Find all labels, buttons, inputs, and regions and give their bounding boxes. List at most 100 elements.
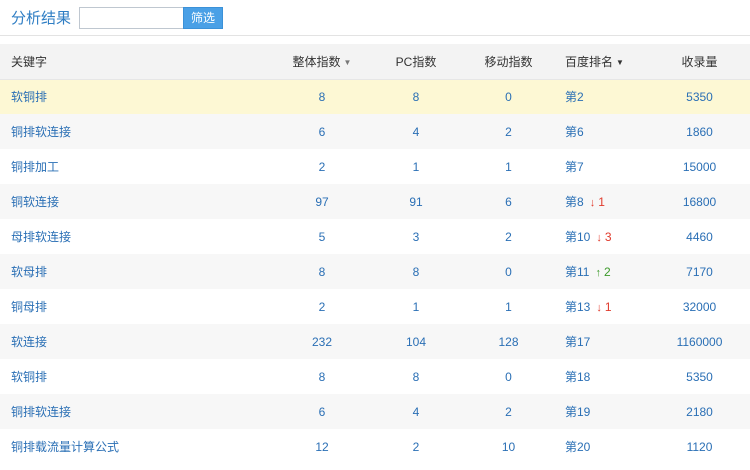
table-row: 软连接 232 104 128 第17 1160000	[0, 324, 750, 359]
baidu-rank-value: 第20	[565, 440, 591, 454]
rank-change-value: 3	[604, 230, 612, 244]
pc-index-cell: 3	[372, 219, 460, 254]
column-header-baidu-rank[interactable]: 百度排名 ▼	[557, 44, 649, 80]
overall-index-cell: 6	[272, 394, 372, 429]
rank-change-value: 1	[604, 300, 612, 314]
table-row: 铜排加工 2 1 1 第7 15000	[0, 149, 750, 184]
keyword-link[interactable]: 软铜排	[11, 90, 47, 104]
overall-index-cell: 97	[272, 184, 372, 219]
baidu-rank-cell: 第6	[557, 114, 649, 149]
mobile-index-cell: 1	[460, 289, 557, 324]
baidu-rank-cell: 第19	[557, 394, 649, 429]
baidu-rank-value: 第18	[565, 370, 591, 384]
arrow-down-icon: ↓	[596, 232, 602, 244]
caret-down-icon[interactable]: ▼	[616, 58, 624, 67]
baidu-rank-value: 第17	[565, 335, 591, 349]
keyword-link[interactable]: 软母排	[11, 265, 47, 279]
results-toolbar: 分析结果 筛选	[0, 0, 750, 36]
indexed-count-cell: 4460	[649, 219, 750, 254]
column-header-mobile-index: 移动指数	[460, 44, 557, 80]
baidu-rank-cell: 第17	[557, 324, 649, 359]
keyword-link[interactable]: 软连接	[11, 335, 47, 349]
pc-index-cell: 91	[372, 184, 460, 219]
column-header-keyword-label: 关键字	[11, 54, 48, 69]
mobile-index-cell: 0	[460, 79, 557, 114]
rank-change: ↓ 3	[596, 230, 611, 244]
keyword-cell[interactable]: 铜排软连接	[0, 394, 272, 429]
column-header-pc-index-label: PC指数	[395, 54, 437, 69]
mobile-index-cell: 1	[460, 149, 557, 184]
keyword-link[interactable]: 母排软连接	[11, 230, 71, 244]
results-table: 关键字 整体指数 ▼ PC指数 移动指数 百度排名 ▼ 收录量 软铜排 8 8 0 第2 53…	[0, 44, 750, 464]
keyword-link[interactable]: 铜母排	[11, 300, 47, 314]
column-header-mobile-index-label: 移动指数	[484, 54, 533, 69]
mobile-index-cell: 0	[460, 254, 557, 289]
keyword-link[interactable]: 铜排软连接	[11, 125, 71, 139]
column-header-indexed-count-label: 收录量	[681, 54, 718, 69]
pc-index-cell: 4	[372, 114, 460, 149]
overall-index-cell: 2	[272, 289, 372, 324]
pc-index-cell: 1	[372, 289, 460, 324]
rank-change: ↑ 2	[595, 265, 610, 279]
rank-change: ↓ 1	[590, 195, 605, 209]
indexed-count-cell: 5350	[649, 79, 750, 114]
keyword-cell[interactable]: 软母排	[0, 254, 272, 289]
table-row: 铜排载流量计算公式 12 2 10 第20 1120	[0, 429, 750, 464]
mobile-index-cell: 0	[460, 359, 557, 394]
mobile-index-cell: 6	[460, 184, 557, 219]
baidu-rank-cell: 第11 ↑ 2	[557, 254, 649, 289]
keyword-link[interactable]: 铜排加工	[11, 160, 59, 174]
baidu-rank-value: 第8	[565, 195, 584, 209]
keyword-cell[interactable]: 软铜排	[0, 79, 272, 114]
indexed-count-cell: 32000	[649, 289, 750, 324]
keyword-cell[interactable]: 铜软连接	[0, 184, 272, 219]
pc-index-cell: 1	[372, 149, 460, 184]
keyword-cell[interactable]: 铜排载流量计算公式	[0, 429, 272, 464]
table-row: 母排软连接 5 3 2 第10 ↓ 3 4460	[0, 219, 750, 254]
filter-input[interactable]	[79, 6, 184, 29]
keyword-cell[interactable]: 铜排软连接	[0, 114, 272, 149]
table-row: 软母排 8 8 0 第11 ↑ 2 7170	[0, 254, 750, 289]
overall-index-cell: 232	[272, 324, 372, 359]
indexed-count-cell: 1160000	[649, 324, 750, 359]
baidu-rank-cell: 第7	[557, 149, 649, 184]
indexed-count-cell: 16800	[649, 184, 750, 219]
arrow-down-icon: ↓	[596, 302, 602, 314]
indexed-count-cell: 1860	[649, 114, 750, 149]
column-header-pc-index: PC指数	[372, 44, 460, 80]
overall-index-cell: 5	[272, 219, 372, 254]
keyword-link[interactable]: 铜软连接	[11, 195, 59, 209]
overall-index-cell: 8	[272, 359, 372, 394]
table-header-row: 关键字 整体指数 ▼ PC指数 移动指数 百度排名 ▼ 收录量	[0, 44, 750, 80]
pc-index-cell: 2	[372, 429, 460, 464]
overall-index-cell: 6	[272, 114, 372, 149]
baidu-rank-value: 第7	[565, 160, 584, 174]
keyword-cell[interactable]: 母排软连接	[0, 219, 272, 254]
baidu-rank-cell: 第10 ↓ 3	[557, 219, 649, 254]
arrow-down-icon: ↓	[589, 197, 596, 209]
keyword-cell[interactable]: 软铜排	[0, 359, 272, 394]
keyword-link[interactable]: 软铜排	[11, 370, 47, 384]
caret-down-icon[interactable]: ▼	[344, 58, 352, 67]
indexed-count-cell: 1120	[649, 429, 750, 464]
arrow-up-icon: ↑	[595, 267, 601, 279]
baidu-rank-value: 第2	[565, 90, 584, 105]
column-header-overall-index[interactable]: 整体指数 ▼	[272, 44, 372, 80]
rank-change-value: 2	[603, 265, 611, 279]
keyword-link[interactable]: 铜排载流量计算公式	[11, 440, 119, 454]
keyword-cell[interactable]: 铜母排	[0, 289, 272, 324]
filter-button[interactable]: 筛选	[183, 6, 224, 29]
keyword-cell[interactable]: 软连接	[0, 324, 272, 359]
keyword-link[interactable]: 铜排软连接	[11, 405, 71, 419]
table-row: 铜母排 2 1 1 第13 ↓ 1 32000	[0, 289, 750, 324]
mobile-index-cell: 2	[460, 114, 557, 149]
column-header-keyword: 关键字	[0, 44, 272, 80]
mobile-index-cell: 128	[460, 324, 557, 359]
baidu-rank-value: 第10	[565, 230, 591, 244]
mobile-index-cell: 10	[460, 429, 557, 464]
rank-change-value: 1	[598, 195, 605, 209]
baidu-rank-cell: 第2	[557, 79, 649, 114]
table-row: 铜排软连接 6 4 2 第19 2180	[0, 394, 750, 429]
keyword-cell[interactable]: 铜排加工	[0, 149, 272, 184]
baidu-rank-cell: 第8 ↓ 1	[557, 184, 649, 219]
